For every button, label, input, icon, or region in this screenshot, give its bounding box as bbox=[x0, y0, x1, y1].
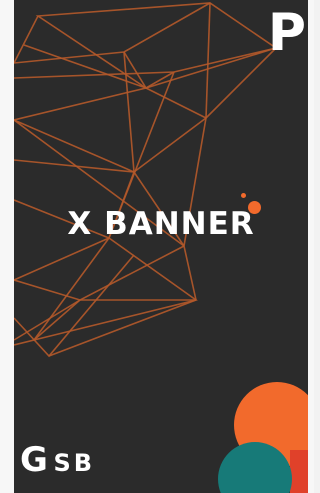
corner-letter: P bbox=[267, 3, 306, 63]
frame-right-edge bbox=[308, 0, 314, 493]
frame-left-edge bbox=[0, 0, 14, 493]
red-block bbox=[290, 450, 308, 493]
brand-letter-big: G bbox=[20, 440, 48, 480]
accent-dot-small bbox=[241, 193, 246, 198]
brand-logo: G SB bbox=[20, 440, 95, 480]
x-banner: P X BANNER G SB bbox=[14, 0, 308, 493]
brand-letters-small: SB bbox=[53, 449, 96, 477]
banner-title: X BANNER bbox=[67, 206, 255, 242]
